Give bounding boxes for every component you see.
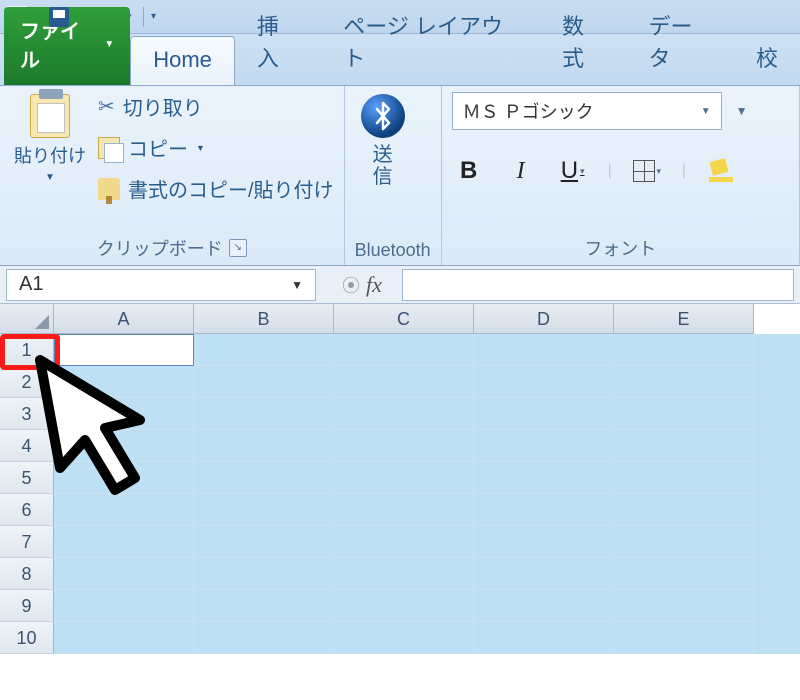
row-header[interactable]: 8 [0,558,54,590]
fill-color-button[interactable] [704,156,738,186]
format-painter-icon [98,178,120,200]
format-painter-label: 書式のコピー/貼り付け [128,174,334,203]
group-font-title: フォント [584,235,656,261]
chevron-down-icon: ▼ [104,39,114,50]
tab-review-partial[interactable]: 校 [734,31,800,85]
paste-button[interactable]: 貼り付け ▼ [10,92,90,231]
bt-send-l1: 送 [373,144,393,166]
cell[interactable] [474,334,614,366]
col-header[interactable]: E [614,304,754,334]
save-icon[interactable] [49,7,69,27]
col-header[interactable]: A [54,304,194,334]
paste-icon [30,94,70,138]
select-all-button[interactable] [0,304,54,334]
ribbon-tabs: ファイル ▼ Home 挿入 ページ レイアウト 数式 データ 校 [0,34,800,86]
border-icon [633,160,655,182]
chevron-down-icon: ▾ [657,166,662,177]
paste-dropdown-icon[interactable]: ▼ [45,172,55,183]
bluetooth-send-button[interactable]: 送 信 [355,92,411,236]
row-header[interactable]: 6 [0,494,54,526]
tab-data[interactable]: データ [626,0,734,85]
borders-button[interactable]: ▾ [630,156,664,186]
fill-color-icon [709,160,733,182]
group-bluetooth: 送 信 Bluetooth [345,86,442,265]
cell[interactable] [334,334,474,366]
formula-input[interactable] [402,269,794,301]
qat-customize-icon[interactable]: ▾ [151,11,156,22]
bluetooth-icon [361,94,405,138]
fx-icon[interactable]: fx [366,272,382,298]
row-header[interactable]: 5 [0,462,54,494]
copy-button[interactable]: コピー ▼ [98,133,334,162]
chevron-down-icon: ▾ [580,166,585,177]
col-header[interactable]: C [334,304,474,334]
row-header[interactable]: 10 [0,622,54,654]
col-header[interactable]: D [474,304,614,334]
ribbon: 貼り付け ▼ ✂ 切り取り コピー ▼ 書式のコピー/貼り付け [0,86,800,266]
cut-label: 切り取り [123,92,203,121]
separator [143,7,144,27]
font-name-combo[interactable]: ＭＳ Ｐゴシック ▼ [452,92,722,130]
tab-formulas[interactable]: 数式 [540,0,626,85]
bold-button[interactable]: B [452,156,486,186]
tab-insert[interactable]: 挿入 [235,0,321,85]
bt-send-l2: 信 [373,166,393,188]
copy-icon [98,137,120,159]
row-header[interactable]: 4 [0,430,54,462]
row-header[interactable]: 9 [0,590,54,622]
cut-button[interactable]: ✂ 切り取り [98,92,334,121]
spreadsheet-grid: A B C D E 1 2 3 4 5 6 7 8 9 10 [0,304,800,654]
name-box-value: A1 [19,273,43,296]
row-header[interactable]: 3 [0,398,54,430]
cancel-formula-icon[interactable]: ⦿ [342,272,360,298]
tab-home[interactable]: Home [130,36,235,85]
paste-label: 貼り付け [14,142,86,168]
underline-button[interactable]: U▾ [556,156,590,186]
col-header[interactable]: B [194,304,334,334]
group-clipboard-title: クリップボード [97,235,223,261]
font-size-dropdown-icon[interactable]: ▼ [736,104,748,118]
copy-label: コピー [128,133,188,162]
tab-page-layout[interactable]: ページ レイアウト [321,0,540,85]
group-clipboard: 貼り付け ▼ ✂ 切り取り コピー ▼ 書式のコピー/貼り付け [0,86,345,265]
dialog-launcher-icon[interactable]: ↘ [229,239,247,257]
group-font: ＭＳ Ｐゴシック ▼ ▼ B I U▾ | ▾ | [442,86,800,265]
cell[interactable] [614,334,754,366]
row-header[interactable]: 2 [0,366,54,398]
copy-dropdown-icon[interactable]: ▼ [196,143,205,153]
format-painter-button[interactable]: 書式のコピー/貼り付け [98,174,334,203]
chevron-down-icon: ▼ [291,278,303,292]
cell[interactable] [194,334,334,366]
name-box[interactable]: A1 ▼ [6,269,316,301]
font-name-value: ＭＳ Ｐゴシック [463,98,594,124]
chevron-down-icon: ▼ [701,106,711,117]
cell-area[interactable] [54,334,800,654]
row-header[interactable]: 1 [0,334,54,366]
group-bluetooth-title: Bluetooth [355,240,431,261]
scissors-icon: ✂ [98,94,115,119]
formula-bar-row: A1 ▼ ⦿ fx [0,266,800,304]
cell-A1[interactable] [54,334,194,366]
italic-button[interactable]: I [504,156,538,186]
row-header[interactable]: 7 [0,526,54,558]
